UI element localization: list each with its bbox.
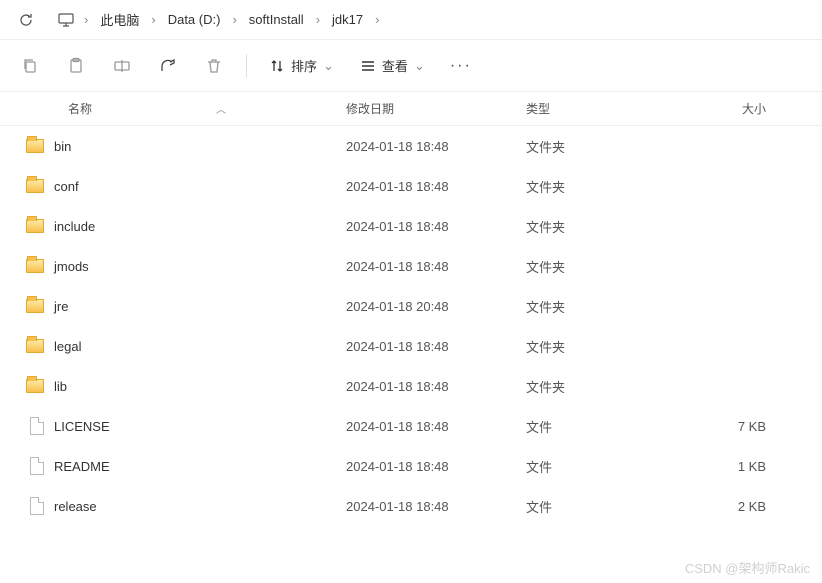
file-type: 文件夹 <box>526 177 676 196</box>
file-date: 2024-01-18 18:48 <box>346 179 526 194</box>
address-bar: › 此电脑 › Data (D:) › softInstall › jdk17 … <box>0 0 822 40</box>
sort-asc-icon: ︿ <box>216 101 226 116</box>
file-icon <box>30 457 44 475</box>
chevron-right-icon: › <box>230 12 238 27</box>
rename-button[interactable] <box>102 48 142 84</box>
column-header-row: 名称 ︿ 修改日期 类型 大小 <box>0 92 822 126</box>
folder-icon <box>26 139 44 153</box>
file-row[interactable]: legal2024-01-18 18:48文件夹 <box>0 326 822 366</box>
file-date: 2024-01-18 18:48 <box>346 459 526 474</box>
view-button[interactable]: 查看 ⌄ <box>350 50 435 81</box>
folder-icon <box>26 339 44 353</box>
chevron-right-icon: › <box>314 12 322 27</box>
chevron-down-icon: ⌄ <box>323 58 334 74</box>
file-type: 文件 <box>526 497 676 516</box>
chevron-right-icon: › <box>82 12 90 27</box>
file-size: 7 KB <box>676 419 796 434</box>
file-date: 2024-01-18 18:48 <box>346 419 526 434</box>
breadcrumb-item[interactable]: jdk17 <box>324 8 371 31</box>
folder-icon <box>26 299 44 313</box>
watermark: CSDN @架构师Rakic <box>685 558 810 577</box>
file-type: 文件 <box>526 457 676 476</box>
file-row[interactable]: conf2024-01-18 18:48文件夹 <box>0 166 822 206</box>
file-icon <box>30 497 44 515</box>
file-name: lib <box>54 379 346 394</box>
more-button[interactable]: ··· <box>441 48 481 84</box>
file-type: 文件夹 <box>526 217 676 236</box>
file-type: 文件夹 <box>526 257 676 276</box>
file-type: 文件夹 <box>526 297 676 316</box>
file-date: 2024-01-18 18:48 <box>346 219 526 234</box>
file-name: README <box>54 459 346 474</box>
file-name: jre <box>54 299 346 314</box>
file-date: 2024-01-18 18:48 <box>346 339 526 354</box>
toolbar: 排序 ⌄ 查看 ⌄ ··· <box>0 40 822 92</box>
file-name: bin <box>54 139 346 154</box>
file-type: 文件夹 <box>526 377 676 396</box>
file-date: 2024-01-18 18:48 <box>346 139 526 154</box>
folder-icon <box>26 219 44 233</box>
file-name: release <box>54 499 346 514</box>
file-type: 文件 <box>526 417 676 436</box>
breadcrumb-item[interactable]: softInstall <box>241 8 312 31</box>
separator <box>246 54 247 78</box>
paste-button[interactable] <box>56 48 96 84</box>
delete-button[interactable] <box>194 48 234 84</box>
sort-label: 排序 <box>291 56 317 75</box>
computer-icon[interactable] <box>52 6 80 34</box>
column-header-type[interactable]: 类型 <box>526 100 676 117</box>
file-size: 1 KB <box>676 459 796 474</box>
file-row[interactable]: release2024-01-18 18:48文件2 KB <box>0 486 822 526</box>
share-button[interactable] <box>148 48 188 84</box>
file-row[interactable]: LICENSE2024-01-18 18:48文件7 KB <box>0 406 822 446</box>
column-header-name[interactable]: 名称 <box>0 100 346 117</box>
file-name: LICENSE <box>54 419 346 434</box>
file-type: 文件夹 <box>526 137 676 156</box>
file-date: 2024-01-18 18:48 <box>346 499 526 514</box>
file-type: 文件夹 <box>526 337 676 356</box>
chevron-right-icon: › <box>373 12 381 27</box>
file-date: 2024-01-18 18:48 <box>346 259 526 274</box>
copy-button[interactable] <box>10 48 50 84</box>
chevron-down-icon: ⌄ <box>414 58 425 74</box>
refresh-button[interactable] <box>12 6 40 34</box>
breadcrumb-item[interactable]: 此电脑 <box>92 6 147 33</box>
column-header-date[interactable]: 修改日期 <box>346 100 526 117</box>
column-header-size[interactable]: 大小 <box>676 100 796 117</box>
file-name: jmods <box>54 259 346 274</box>
file-row[interactable]: jmods2024-01-18 18:48文件夹 <box>0 246 822 286</box>
file-row[interactable]: lib2024-01-18 18:48文件夹 <box>0 366 822 406</box>
column-name-label: 名称 <box>68 100 92 117</box>
file-name: legal <box>54 339 346 354</box>
file-name: include <box>54 219 346 234</box>
folder-icon <box>26 379 44 393</box>
file-date: 2024-01-18 20:48 <box>346 299 526 314</box>
view-label: 查看 <box>382 56 408 75</box>
folder-icon <box>26 179 44 193</box>
file-date: 2024-01-18 18:48 <box>346 379 526 394</box>
file-name: conf <box>54 179 346 194</box>
file-row[interactable]: jre2024-01-18 20:48文件夹 <box>0 286 822 326</box>
file-icon <box>30 417 44 435</box>
file-row[interactable]: include2024-01-18 18:48文件夹 <box>0 206 822 246</box>
file-size: 2 KB <box>676 499 796 514</box>
file-row[interactable]: bin2024-01-18 18:48文件夹 <box>0 126 822 166</box>
breadcrumb: › 此电脑 › Data (D:) › softInstall › jdk17 … <box>44 6 810 34</box>
file-list: bin2024-01-18 18:48文件夹conf2024-01-18 18:… <box>0 126 822 526</box>
sort-button[interactable]: 排序 ⌄ <box>259 50 344 81</box>
breadcrumb-item[interactable]: Data (D:) <box>160 8 229 31</box>
file-row[interactable]: README2024-01-18 18:48文件1 KB <box>0 446 822 486</box>
folder-icon <box>26 259 44 273</box>
chevron-right-icon: › <box>149 12 157 27</box>
